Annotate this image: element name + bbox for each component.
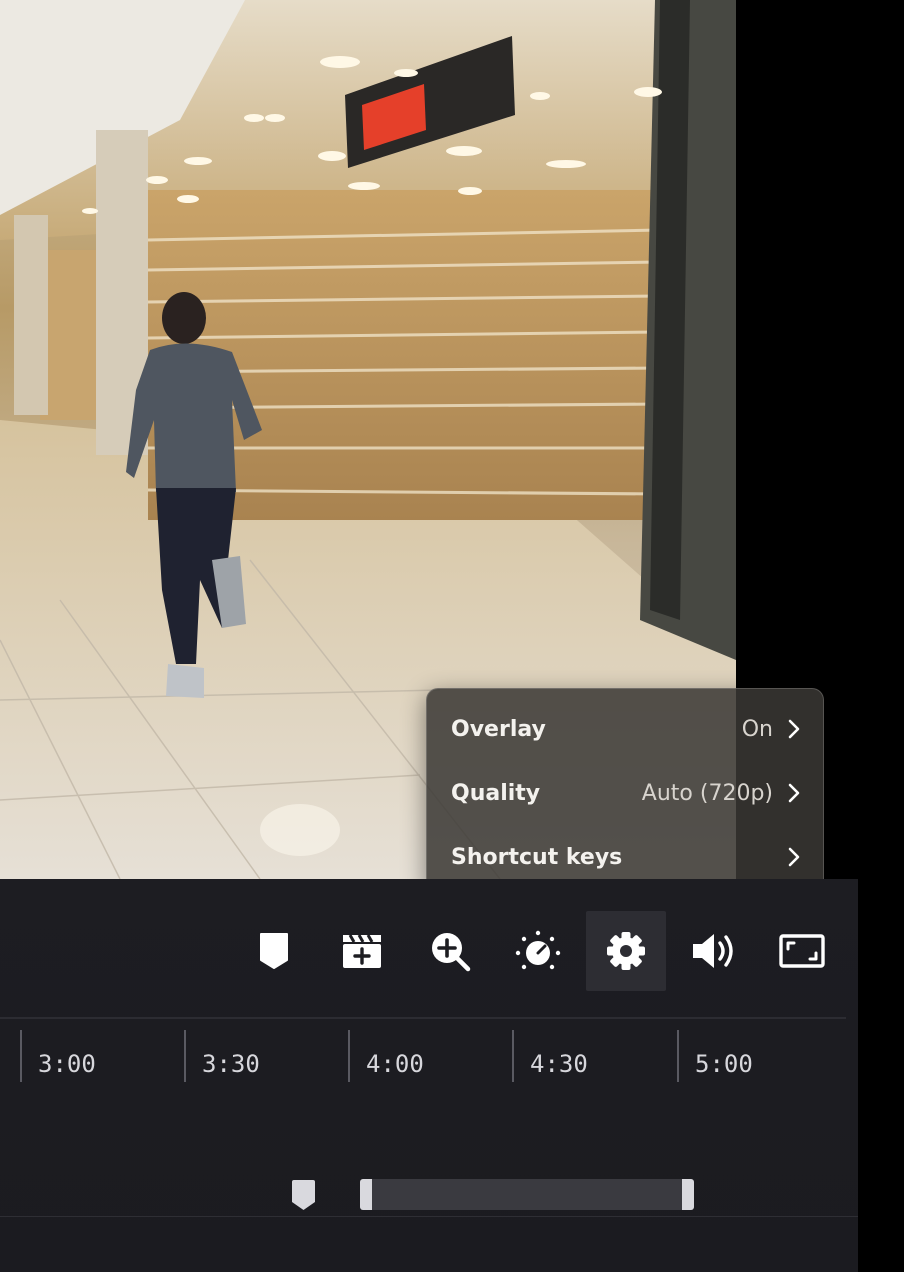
bookmark-icon xyxy=(260,933,288,969)
toolbar-divider xyxy=(0,1017,846,1019)
volume-button[interactable] xyxy=(674,911,754,991)
timeline-tick-label: 4:00 xyxy=(366,1050,424,1078)
zoom-in-button[interactable] xyxy=(410,911,490,991)
chevron-right-icon xyxy=(787,783,801,803)
timeline-tick-label: 4:30 xyxy=(530,1050,588,1078)
settings-menu: Overlay On Quality Auto (720p) Shortcut … xyxy=(426,688,824,893)
clapperboard-plus-icon xyxy=(343,934,381,968)
range-handle-right[interactable] xyxy=(682,1179,694,1210)
brightness-button[interactable] xyxy=(498,911,578,991)
menu-item-label: Quality xyxy=(451,780,541,806)
gear-icon xyxy=(607,932,645,970)
timeline-tick-label: 3:00 xyxy=(38,1050,96,1078)
player-controls: 3:00 3:30 4:00 4:30 5:00 xyxy=(0,879,858,1272)
menu-item-label: Overlay xyxy=(451,716,546,742)
timeline-tick xyxy=(184,1030,186,1082)
timeline-tick xyxy=(677,1030,679,1082)
zoom-in-icon xyxy=(432,933,471,972)
add-clip-button[interactable] xyxy=(322,911,402,991)
menu-item-value: Auto (720p) xyxy=(641,780,773,806)
menu-item-overlay[interactable]: Overlay On xyxy=(427,697,823,761)
fullscreen-button[interactable] xyxy=(762,911,842,991)
playhead-marker[interactable] xyxy=(290,1179,317,1211)
timeline-tick xyxy=(348,1030,350,1082)
timeline-tick xyxy=(20,1030,22,1082)
range-handle-left[interactable] xyxy=(360,1179,372,1210)
timeline-tick-label: 5:00 xyxy=(695,1050,753,1078)
timeline-tick-label: 3:30 xyxy=(202,1050,260,1078)
brightness-dial-icon xyxy=(515,930,561,970)
timeline-tick xyxy=(512,1030,514,1082)
bookmark-button[interactable] xyxy=(234,911,314,991)
menu-item-quality[interactable]: Quality Auto (720p) xyxy=(427,761,823,825)
chevron-right-icon xyxy=(787,719,801,739)
clip-range[interactable] xyxy=(360,1179,694,1210)
menu-item-label: Shortcut keys xyxy=(451,844,623,870)
track-divider xyxy=(0,1216,858,1217)
settings-button[interactable] xyxy=(586,911,666,991)
fullscreen-icon xyxy=(779,934,825,968)
chevron-right-icon xyxy=(787,847,801,867)
volume-icon xyxy=(693,934,733,968)
menu-item-value: On xyxy=(741,716,773,742)
